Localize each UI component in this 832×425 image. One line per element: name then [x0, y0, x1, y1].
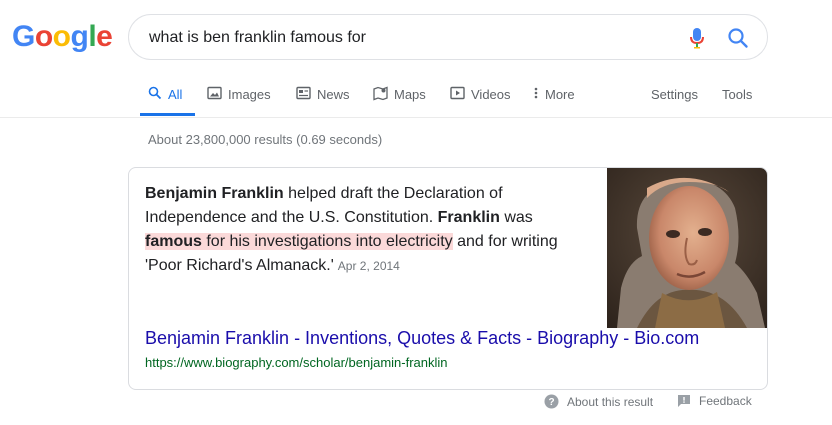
- more-vert-icon: [534, 87, 538, 99]
- video-icon: [450, 86, 465, 100]
- snippet-segment: for his investigations into electricity: [201, 233, 453, 250]
- tab-label: Videos: [471, 87, 511, 102]
- snippet-text: Benjamin Franklin helped draft the Decla…: [145, 182, 585, 278]
- logo-letter: o: [52, 20, 71, 53]
- feedback-icon: [678, 395, 690, 407]
- snippet-bold: Franklin: [437, 209, 500, 226]
- tab-all[interactable]: All: [148, 78, 182, 116]
- snippet-bold: Benjamin Franklin: [145, 185, 284, 202]
- settings-link[interactable]: Settings: [651, 87, 698, 102]
- google-logo[interactable]: Google: [12, 20, 113, 54]
- feedback-label: Feedback: [699, 394, 752, 408]
- about-label: About this result: [567, 394, 654, 409]
- tab-label: News: [317, 87, 350, 102]
- news-icon: [296, 86, 311, 100]
- feedback-link[interactable]: Feedback: [677, 394, 752, 408]
- help-icon: ?: [544, 394, 559, 409]
- tab-news[interactable]: News: [296, 78, 350, 116]
- featured-snippet: Benjamin Franklin helped draft the Decla…: [128, 167, 768, 390]
- result-link-url: https://www.biography.com/scholar/benjam…: [145, 355, 448, 370]
- benjamin-franklin-portrait[interactable]: [607, 168, 768, 328]
- tab-label: All: [168, 87, 183, 102]
- search-input[interactable]: what is ben franklin famous for: [149, 29, 366, 47]
- snippet-date: Apr 2, 2014: [337, 259, 400, 273]
- tools-link[interactable]: Tools: [722, 87, 752, 102]
- snippet-bold: famous: [145, 233, 202, 250]
- microphone-icon[interactable]: [689, 27, 705, 49]
- search-icon[interactable]: [727, 27, 749, 49]
- search-box[interactable]: what is ben franklin famous for: [128, 14, 768, 60]
- logo-letter: g: [70, 20, 89, 53]
- active-tab-indicator: [140, 113, 195, 116]
- result-link-title[interactable]: Benjamin Franklin - Inventions, Quotes &…: [145, 328, 699, 349]
- logo-letter: G: [12, 20, 35, 53]
- tab-videos[interactable]: Videos: [450, 78, 511, 116]
- tabs-divider: [0, 117, 832, 118]
- snippet-segment: was: [499, 209, 533, 226]
- logo-letter: l: [88, 20, 97, 53]
- search-icon: [148, 86, 162, 100]
- tab-label: More: [545, 87, 575, 102]
- tab-label: Images: [228, 87, 271, 102]
- tab-more[interactable]: More: [533, 78, 575, 116]
- svg-text:?: ?: [548, 397, 554, 408]
- about-this-result[interactable]: ? About this result: [544, 394, 653, 409]
- logo-letter: o: [34, 20, 53, 53]
- tab-maps[interactable]: Maps: [373, 78, 426, 116]
- map-icon: [373, 86, 388, 101]
- tab-images[interactable]: Images: [207, 78, 271, 116]
- tab-label: Maps: [394, 87, 426, 102]
- snippet-highlight: famous for his investigations into elect…: [145, 233, 453, 250]
- image-icon: [207, 86, 222, 100]
- result-stats: About 23,800,000 results (0.69 seconds): [148, 132, 383, 147]
- logo-letter: e: [96, 20, 113, 53]
